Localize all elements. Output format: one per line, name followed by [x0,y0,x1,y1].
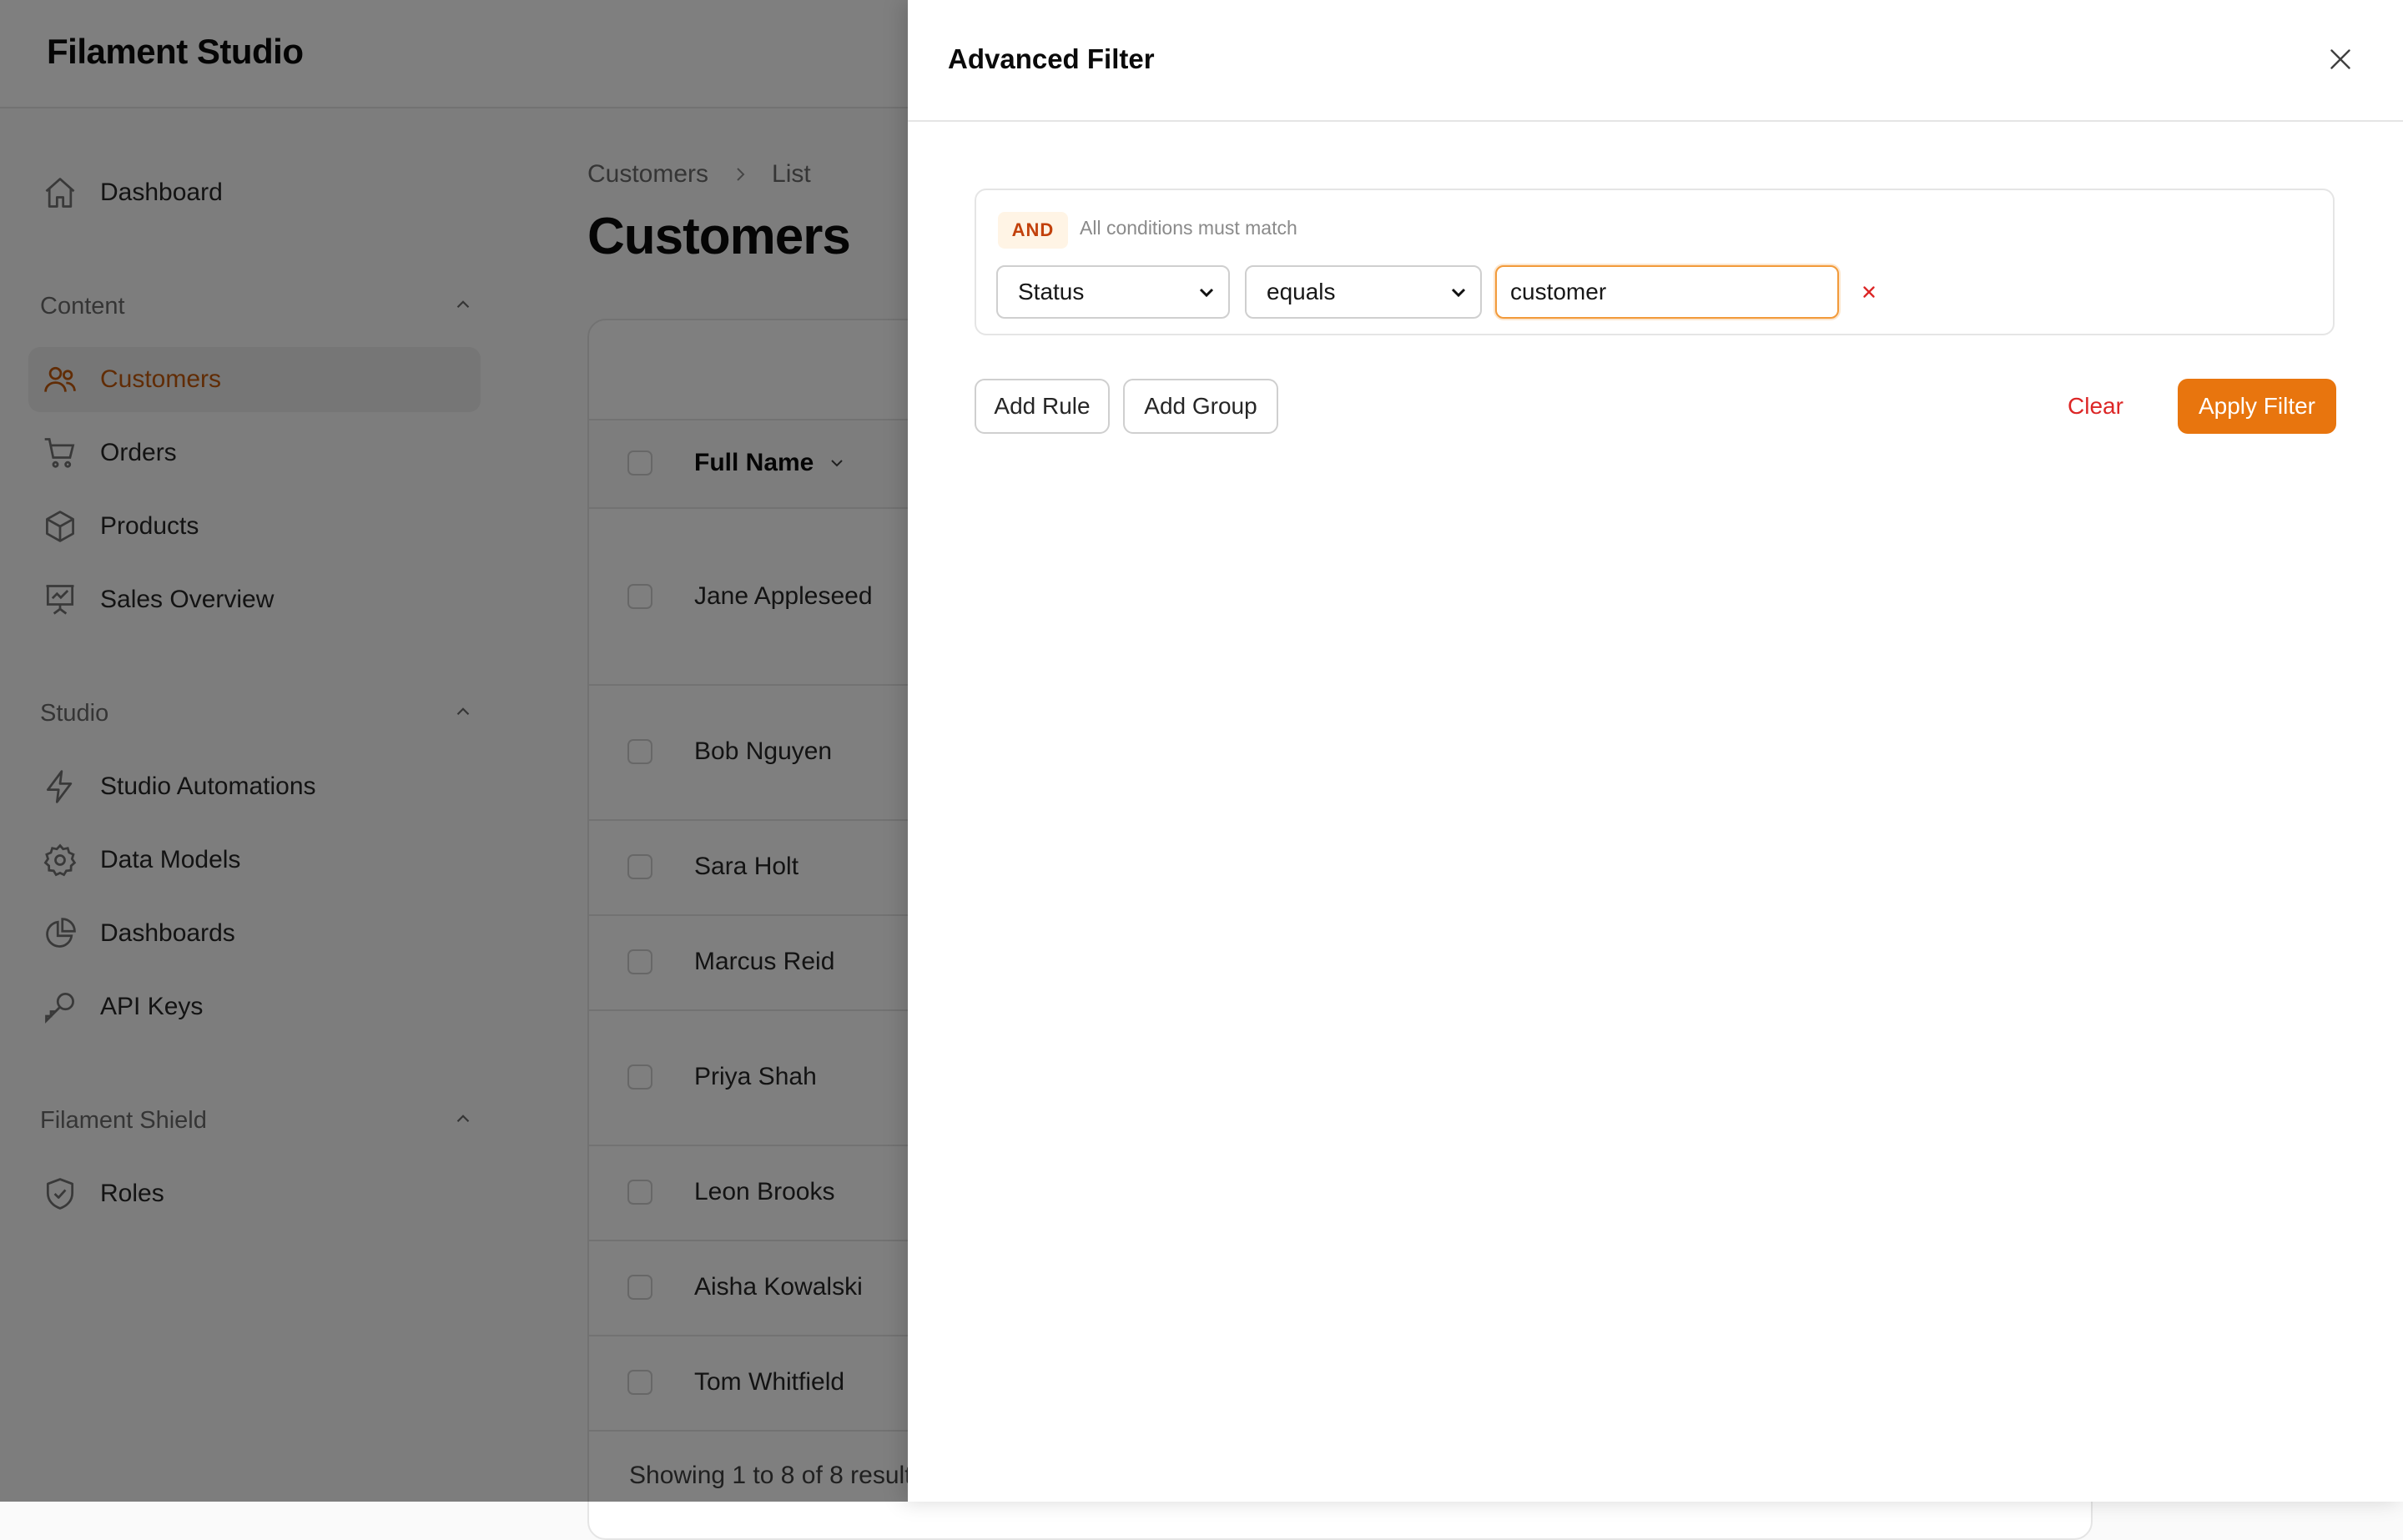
logic-toggle-badge[interactable]: AND [998,212,1068,249]
panel-header: Advanced Filter [908,0,2403,122]
advanced-filter-panel: Advanced Filter AND All conditions must … [908,0,2403,1502]
operator-select-value: equals [1267,279,1336,304]
add-rule-button[interactable]: Add Rule [975,379,1110,434]
apply-filter-button[interactable]: Apply Filter [2178,379,2336,434]
panel-title: Advanced Filter [948,43,1155,74]
clear-button[interactable]: Clear [2068,379,2123,434]
chevron-down-icon [1196,282,1217,302]
field-select[interactable]: Status [996,265,1230,319]
close-button[interactable] [2320,38,2361,80]
value-input[interactable] [1495,265,1839,319]
chevron-down-icon [1448,282,1468,302]
filter-group: AND All conditions must match Status equ… [975,189,2335,335]
logic-hint: All conditions must match [1080,217,1297,239]
remove-rule-button[interactable] [1854,277,1884,307]
modal-backdrop[interactable] [0,0,908,1502]
field-select-value: Status [1018,279,1085,304]
operator-select[interactable]: equals [1245,265,1482,319]
close-icon [2325,44,2355,74]
add-group-button[interactable]: Add Group [1123,379,1278,434]
close-icon [1860,283,1878,301]
